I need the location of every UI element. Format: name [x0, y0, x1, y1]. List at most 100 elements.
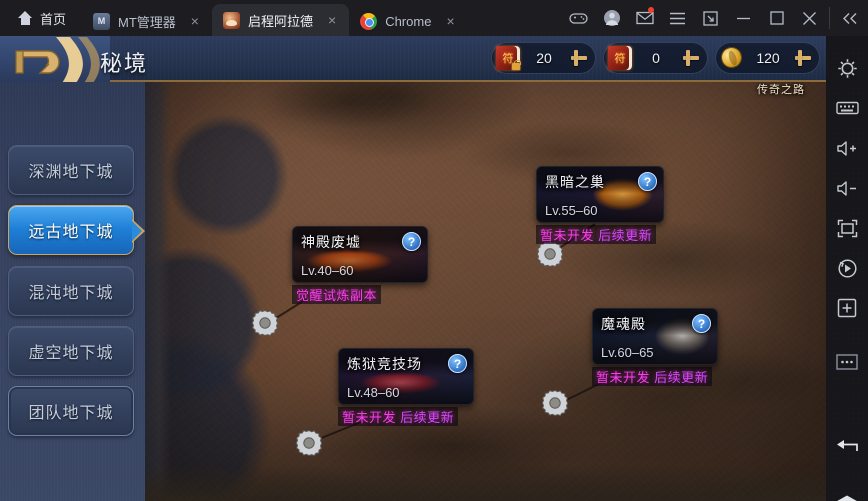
add-instance-icon[interactable]: [826, 288, 868, 328]
tab-label: MT管理器: [118, 14, 176, 30]
mail-badge-dot: [648, 7, 654, 13]
android-back-icon[interactable]: [826, 424, 868, 464]
scroll-icon: [608, 46, 632, 70]
dungeon-name: 黑暗之巢: [545, 174, 605, 190]
dungeon-tag-primary: 觉醒试炼副本: [296, 288, 378, 303]
add-currency-button[interactable]: [792, 47, 814, 69]
tab-close-icon[interactable]: ×: [439, 14, 461, 28]
resize-window-icon[interactable]: [694, 0, 727, 36]
volume-up-icon[interactable]: [826, 128, 868, 168]
currency-locked-scroll[interactable]: 20: [491, 42, 596, 74]
dungeon-card[interactable]: 神殿废墟 Lv.40–60 ? 觉醒试炼副本: [292, 226, 428, 305]
currency-value: 120: [756, 50, 780, 66]
collapse-rail-icon[interactable]: [833, 0, 866, 36]
home-icon: [18, 11, 33, 25]
dungeon-card-box: 黑暗之巢 Lv.55–60 ?: [536, 166, 664, 223]
maximize-icon[interactable]: [760, 0, 793, 36]
keyboard-icon[interactable]: [826, 88, 868, 128]
dungeon-tag-primary: 暂未开发: [342, 410, 397, 425]
add-currency-button[interactable]: [680, 47, 702, 69]
mail-icon[interactable]: [628, 0, 661, 36]
tab-close-icon[interactable]: ×: [321, 13, 343, 27]
game-app-icon: [222, 11, 240, 29]
dungeon-tag: 暂未开发 后续更新: [536, 225, 657, 244]
gear-node-icon[interactable]: [540, 388, 570, 418]
dungeon-card-box: 神殿废墟 Lv.40–60 ?: [292, 226, 428, 283]
dungeon-level: Lv.55–60: [545, 203, 598, 218]
home-tab-label: 首页: [40, 11, 67, 27]
close-icon[interactable]: [793, 0, 826, 36]
sidebar-item-void[interactable]: 虚空地下城: [8, 326, 134, 376]
help-icon[interactable]: ?: [448, 354, 467, 373]
dungeon-tag: 暂未开发 后续更新: [338, 407, 459, 426]
gamepad-icon[interactable]: [562, 0, 595, 36]
tab-game-active[interactable]: 启程阿拉德 ×: [211, 4, 350, 36]
minimize-icon[interactable]: [727, 0, 760, 36]
emulator-side-toolbar: [826, 36, 868, 501]
currency-bar: 20 0 120: [491, 42, 820, 74]
app-root: 首页 MT管理器 × 启程阿拉德 × Chrome ×: [0, 0, 868, 501]
tab-mt-manager[interactable]: MT管理器 ×: [82, 6, 212, 36]
dungeon-tag-secondary: 后续更新: [654, 370, 709, 385]
dungeon-tag-secondary: 后续更新: [598, 228, 653, 243]
sidebar-item-label: 团队地下城: [28, 405, 114, 422]
gold-coin-icon: [718, 44, 745, 71]
volume-down-icon[interactable]: [826, 168, 868, 208]
tab-chrome[interactable]: Chrome ×: [349, 6, 467, 36]
sidebar-item-label: 虚空地下城: [28, 345, 114, 362]
dungeon-tag-primary: 暂未开发: [596, 370, 651, 385]
fullscreen-icon[interactable]: [826, 208, 868, 248]
map-vignette: [145, 36, 826, 501]
map-coast-edge: [145, 36, 171, 501]
dungeon-category-sidebar: 深渊地下城 远古地下城 混沌地下城 虚空地下城 团队地下城: [0, 82, 145, 501]
tab-label: 启程阿拉德: [247, 13, 313, 29]
dungeon-tag: 觉醒试炼副本: [292, 285, 382, 304]
sidebar-item-label: 混沌地下城: [28, 285, 114, 302]
help-icon[interactable]: ?: [402, 232, 421, 251]
dungeon-card[interactable]: 魔魂殿 Lv.60–65 ? 暂未开发 后续更新: [592, 308, 718, 387]
dungeon-level: Lv.48–60: [347, 385, 400, 400]
sidebar-item-chaos[interactable]: 混沌地下城: [8, 266, 134, 316]
add-currency-button[interactable]: [568, 47, 590, 69]
settings-gear-icon[interactable]: [826, 48, 868, 88]
page-title: 秘境: [100, 51, 149, 76]
window-controls: [562, 0, 868, 36]
lock-icon: [511, 60, 521, 71]
currency-gold[interactable]: 120: [715, 42, 820, 74]
tab-strip: 首页 MT管理器 × 启程阿拉德 × Chrome ×: [0, 0, 468, 36]
home-tab[interactable]: 首页: [0, 0, 82, 36]
dungeon-card-box: 炼狱竞技场 Lv.48–60 ?: [338, 348, 474, 405]
android-home-icon[interactable]: [826, 482, 868, 501]
tab-label: Chrome: [385, 13, 432, 29]
rotate-screen-icon[interactable]: [826, 248, 868, 288]
emulator-title-bar: 首页 MT管理器 × 启程阿拉德 × Chrome ×: [0, 0, 868, 36]
sidebar-item-abyss[interactable]: 深渊地下城: [8, 145, 134, 195]
sidebar-item-label: 深渊地下城: [28, 164, 114, 181]
gear-node-icon[interactable]: [250, 308, 280, 338]
gear-node-icon[interactable]: [294, 428, 324, 458]
dungeon-card[interactable]: 炼狱竞技场 Lv.48–60 ? 暂未开发 后续更新: [338, 348, 474, 427]
help-icon[interactable]: ?: [638, 172, 657, 191]
chrome-icon: [360, 12, 378, 30]
dungeon-map-background[interactable]: [145, 36, 826, 501]
account-avatar-icon[interactable]: [595, 0, 628, 36]
mt-manager-icon: [93, 12, 111, 30]
map-bottom-shade: [145, 465, 826, 501]
locked-scroll-icon: [496, 46, 521, 71]
currency-value: 0: [652, 50, 660, 66]
currency-scroll[interactable]: 0: [603, 42, 708, 74]
dungeon-tag-primary: 暂未开发: [540, 228, 595, 243]
more-options-icon[interactable]: [826, 342, 868, 382]
currency-value: 20: [536, 50, 552, 66]
tab-close-icon[interactable]: ×: [184, 14, 206, 28]
sidebar-item-raid[interactable]: 团队地下城: [8, 386, 134, 436]
dungeon-level: Lv.40–60: [301, 263, 354, 278]
sidebar-item-ancient[interactable]: 远古地下城: [8, 205, 145, 255]
menu-hamburger-icon[interactable]: [661, 0, 694, 36]
help-icon[interactable]: ?: [692, 314, 711, 333]
legend-road-label: 传奇之路: [757, 84, 805, 96]
dungeon-tag-secondary: 后续更新: [400, 410, 455, 425]
dungeon-card-box: 魔魂殿 Lv.60–65 ?: [592, 308, 718, 365]
dungeon-card[interactable]: 黑暗之巢 Lv.55–60 ? 暂未开发 后续更新: [536, 166, 664, 245]
game-viewport: 传奇之路 神殿废墟 Lv.40–60 ? 觉醒试炼副本 黑暗之巢 Lv.55–6…: [0, 36, 826, 501]
